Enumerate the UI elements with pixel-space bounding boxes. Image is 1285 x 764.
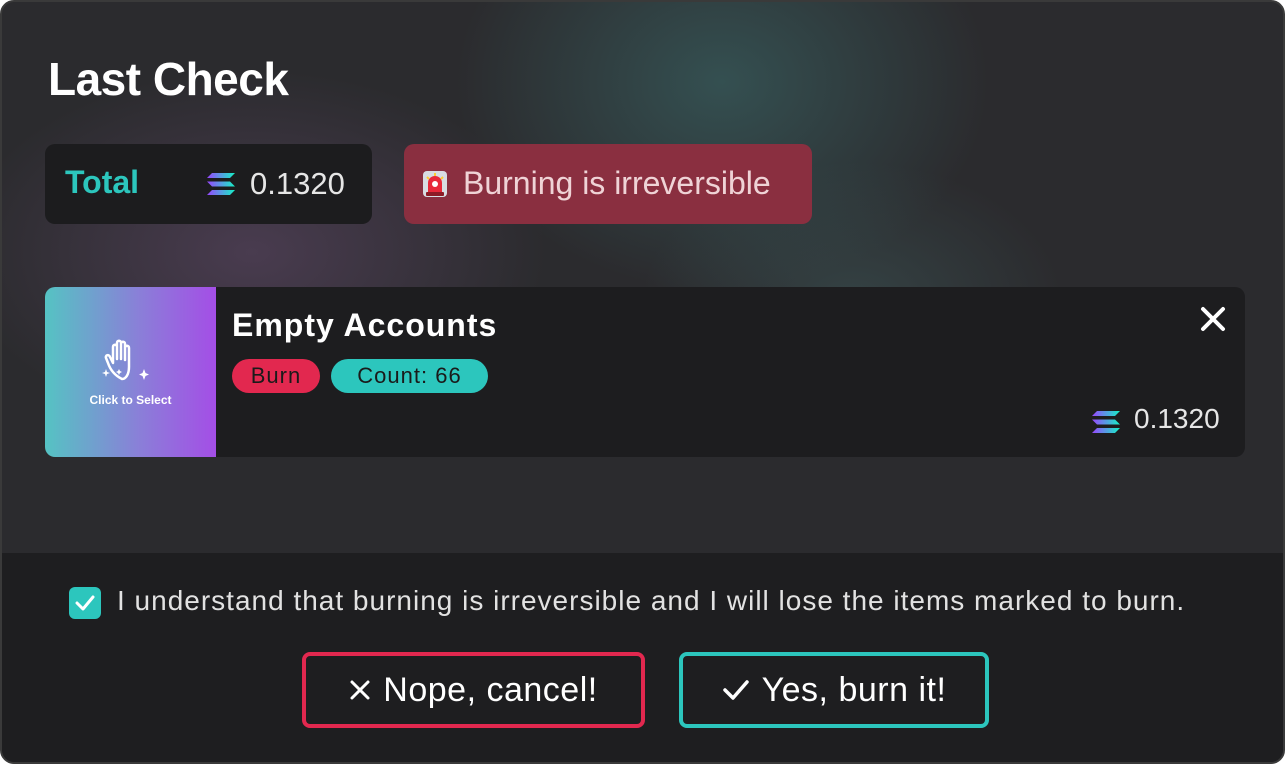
consent-checkbox[interactable] [69,587,101,619]
solana-icon [1092,411,1120,433]
confirm-button-label: Yes, burn it! [761,670,947,709]
cancel-button[interactable]: Nope, cancel! [302,652,645,728]
total-value: 0.1320 [250,166,345,201]
item-name: Empty Accounts [232,307,498,343]
check-icon [722,680,749,700]
cancel-button-label: Nope, cancel! [383,670,598,709]
solana-icon [207,173,235,195]
siren-icon [423,171,447,197]
close-icon [350,680,370,700]
remove-item-close-icon[interactable] [1199,305,1227,333]
dialog-title: Last Check [48,53,289,105]
dialog-footer: I understand that burning is irreversibl… [2,553,1283,762]
warning-text: Burning is irreversible [463,165,771,201]
total-summary: Total 0.1320 [45,144,372,224]
burn-tag: Burn [232,359,320,393]
total-label: Total [65,164,140,200]
last-check-dialog: Last Check Total 0.1320 Burning is irrev… [0,0,1285,764]
consent-text: I understand that burning is irreversibl… [117,585,1186,616]
hand-sparkle-icon [102,339,149,381]
count-tag: Count: 66 [331,359,488,393]
checkmark-icon [75,595,95,611]
burn-item-card: Click to Select Empty Accounts Burn Coun… [45,287,1245,457]
irreversible-warning: Burning is irreversible [404,144,812,224]
thumbnail-label: Click to Select [89,393,172,407]
item-value: 0.1320 [1134,403,1220,434]
item-thumbnail[interactable]: Click to Select [45,287,216,457]
confirm-burn-button[interactable]: Yes, burn it! [679,652,989,728]
